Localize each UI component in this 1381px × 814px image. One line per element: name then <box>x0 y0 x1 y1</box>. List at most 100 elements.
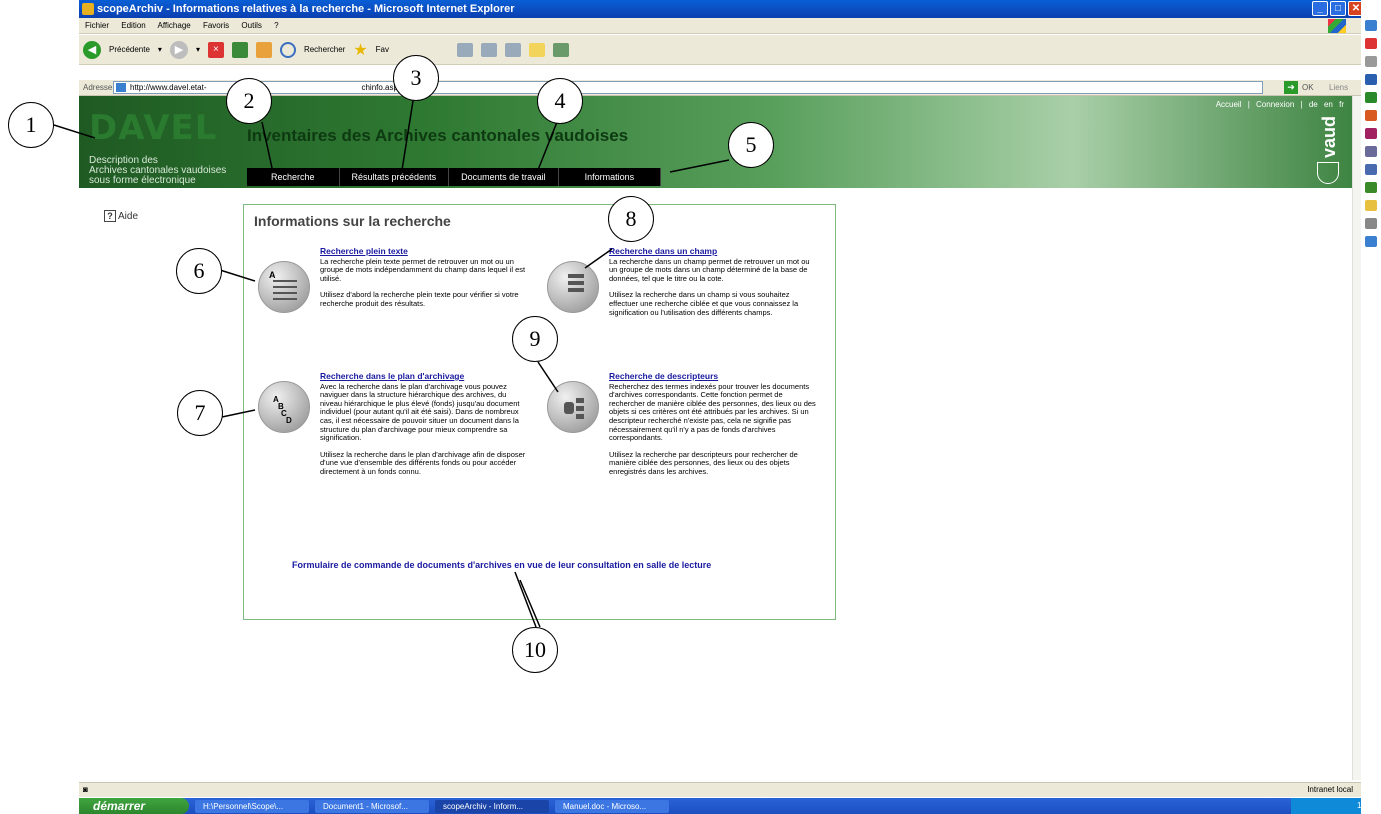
tool-icon[interactable] <box>1365 56 1377 67</box>
lang-de-link[interactable]: de <box>1309 100 1318 109</box>
word-icon[interactable] <box>1365 74 1377 85</box>
screenshot-root: scopeArchiv - Informations relatives à l… <box>0 0 1381 814</box>
help-link[interactable]: ? Aide <box>104 210 138 222</box>
tree-icon[interactable] <box>1365 182 1377 193</box>
letter-a: A <box>269 270 276 280</box>
full-text-search-icon[interactable]: A <box>258 261 310 313</box>
callout-10: 10 <box>512 627 558 673</box>
print-icon[interactable] <box>481 42 497 57</box>
acrobat-icon[interactable] <box>1365 38 1377 49</box>
back-dropdown-icon[interactable]: ▾ <box>158 45 162 54</box>
favorites-star-icon[interactable]: ★ <box>353 40 367 60</box>
home-link[interactable]: Accueil <box>1216 100 1242 109</box>
main-nav: Recherche Résultats précédents Documents… <box>247 168 662 186</box>
callout-4: 4 <box>537 78 583 124</box>
start-button[interactable]: démarrer <box>79 798 189 814</box>
archive-plan-link[interactable]: Recherche dans le plan d'archivage <box>320 372 530 381</box>
task-explorer[interactable]: H:\Personnel\Scope\... <box>195 799 309 813</box>
word-icon[interactable] <box>505 42 521 57</box>
plan-letter-d: D <box>286 416 292 425</box>
full-text-usage: Utilisez d'abord la recherche plein text… <box>320 290 519 308</box>
menu-favoris[interactable]: Favoris <box>203 21 229 30</box>
history-icon[interactable] <box>457 42 473 57</box>
maximize-button[interactable]: □ <box>1330 1 1346 16</box>
descriptor-glyph <box>562 396 586 420</box>
full-text-desc: La recherche plein texte permet de retro… <box>320 256 526 283</box>
address-label: Adresse <box>83 83 113 92</box>
messenger-icon[interactable] <box>553 42 569 57</box>
archive-plan-usage: Utilisez la recherche dans le plan d'arc… <box>320 449 526 476</box>
windows-logo-icon <box>1328 19 1346 33</box>
nav-informations[interactable]: Informations <box>559 168 662 186</box>
callout-2: 2 <box>226 78 272 124</box>
links-label[interactable]: Liens <box>1329 80 1348 96</box>
menu-affichage[interactable]: Affichage <box>158 21 191 30</box>
minimize-button[interactable]: _ <box>1312 1 1328 16</box>
statusbar: ◙ Intranet local <box>79 782 1367 797</box>
access-icon[interactable] <box>1365 128 1377 139</box>
excel-icon[interactable] <box>1365 92 1377 103</box>
descriptor-usage: Utilisez la recherche par descripteurs p… <box>609 449 798 476</box>
forward-arrow-icon[interactable]: ▶ <box>169 40 188 59</box>
nav-resultats-precedents[interactable]: Résultats précédents <box>340 168 450 186</box>
task-document1[interactable]: Document1 - Microsof... <box>315 799 429 813</box>
back-arrow-icon[interactable]: ◀ <box>83 40 101 59</box>
full-text-search-link[interactable]: Recherche plein texte <box>320 247 530 256</box>
callout-5: 5 <box>728 122 774 168</box>
logo-subtitle-line3: sous forme électronique <box>89 175 196 186</box>
help-icon: ? <box>104 210 116 222</box>
ie-icon[interactable] <box>1365 20 1377 31</box>
toolbar: ◀ Précédente ▾ ▶ ▾ × Rechercher ★ Fav <box>79 35 1366 65</box>
task-scopearchiv[interactable]: scopeArchiv - Inform... <box>435 799 549 813</box>
descriptor-search-link[interactable]: Recherche de descripteurs <box>609 372 819 381</box>
printer-icon[interactable] <box>1365 146 1377 157</box>
folder-icon[interactable] <box>1365 200 1377 211</box>
archive-plan-desc: Avec la recherche dans le plan d'archiva… <box>320 381 520 443</box>
menu-help[interactable]: ? <box>274 21 278 30</box>
order-form-link[interactable]: Formulaire de commande de documents d'ar… <box>292 560 711 570</box>
field-search-icon[interactable] <box>547 261 599 313</box>
go-button-label[interactable]: OK <box>1302 80 1314 96</box>
home-icon[interactable] <box>255 41 272 58</box>
stop-icon[interactable]: × <box>207 41 224 58</box>
section-archive-plan: Recherche dans le plan d'archivage Avec … <box>320 372 530 485</box>
nav-documents-de-travail[interactable]: Documents de travail <box>449 168 559 186</box>
nav-recherche[interactable]: Recherche <box>247 168 340 186</box>
forward-dropdown-icon[interactable]: ▾ <box>196 45 200 54</box>
search-button-label[interactable]: Rechercher <box>304 45 345 54</box>
section-full-text: Recherche plein texte La recherche plein… <box>320 247 530 317</box>
window-controls: _ □ ✕ <box>1312 1 1364 16</box>
powerpoint-icon[interactable] <box>1365 110 1377 121</box>
side-toolbar <box>1361 0 1381 814</box>
go-arrow-icon[interactable]: ➜ <box>1284 81 1298 94</box>
lang-en-link[interactable]: en <box>1324 100 1333 109</box>
menu-outils[interactable]: Outils <box>241 21 261 30</box>
archive-plan-icon[interactable]: A B C D <box>258 381 310 433</box>
folder-icon[interactable] <box>529 42 545 57</box>
callout-1: 1 <box>8 102 54 148</box>
address-input[interactable]: http://www.davel.etat-chinfo.aspx <box>113 81 1263 94</box>
field-list-glyph <box>560 274 584 298</box>
callout-9: 9 <box>512 316 558 362</box>
favorites-button-label[interactable]: Fav <box>376 45 389 54</box>
menu-edition[interactable]: Edition <box>121 21 145 30</box>
callout-8: 8 <box>608 196 654 242</box>
window-icon[interactable] <box>1365 164 1377 175</box>
descriptor-search-icon[interactable] <box>547 381 599 433</box>
back-button-label[interactable]: Précédente <box>109 45 150 54</box>
davel-logo[interactable]: DAVEL <box>89 108 217 148</box>
help-label: Aide <box>118 210 139 222</box>
menu-fichier[interactable]: Fichier <box>85 21 109 30</box>
field-search-link[interactable]: Recherche dans un champ <box>609 247 819 256</box>
search-icon[interactable] <box>279 41 296 58</box>
globe-icon[interactable] <box>1365 236 1377 247</box>
window-titlebar[interactable]: scopeArchiv - Informations relatives à l… <box>79 0 1366 18</box>
task-manuel[interactable]: Manuel.doc - Microso... <box>555 799 669 813</box>
refresh-icon[interactable] <box>231 41 248 58</box>
full-text-lines: A <box>269 270 297 300</box>
lang-fr-link[interactable]: fr <box>1339 100 1344 109</box>
search-info-panel: Informations sur la recherche A Recherch… <box>243 204 836 620</box>
settings-icon[interactable] <box>1365 218 1377 229</box>
callout-7: 7 <box>177 390 223 436</box>
login-link[interactable]: Connexion <box>1256 100 1294 109</box>
